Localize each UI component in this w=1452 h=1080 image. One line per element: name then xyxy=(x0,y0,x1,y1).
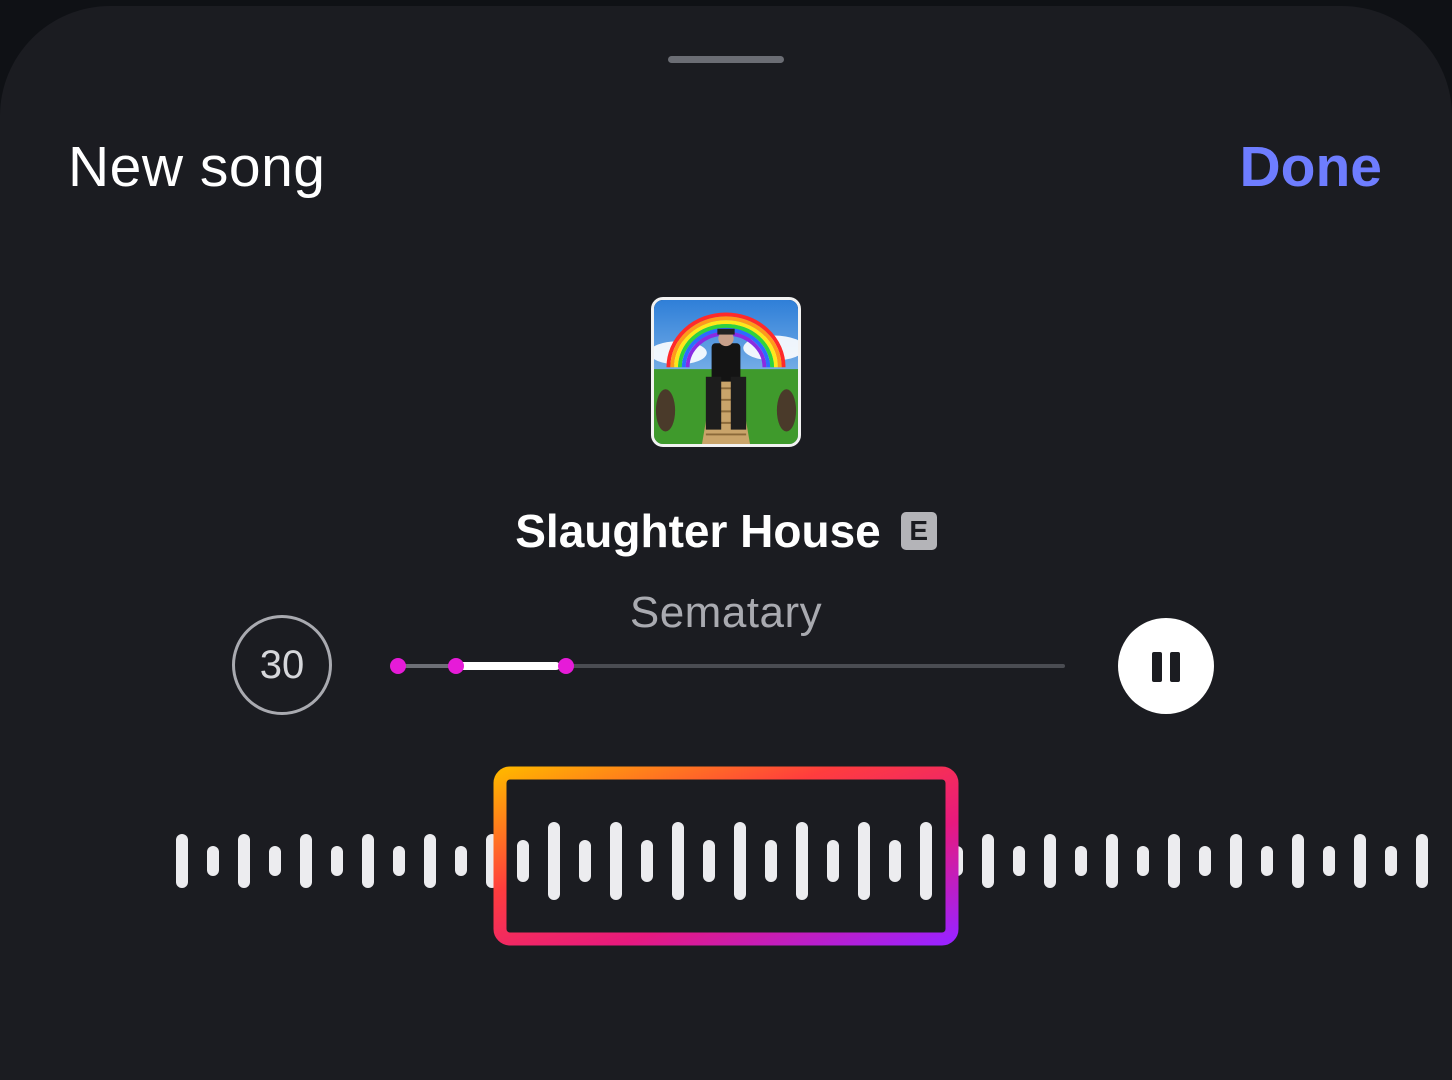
waveform-bar xyxy=(1168,834,1180,888)
waveform-bar xyxy=(1261,846,1273,876)
waveform-bar xyxy=(1044,834,1056,888)
waveform-bar xyxy=(641,840,653,882)
waveform-bar xyxy=(1199,846,1211,876)
album-artwork-image xyxy=(654,300,798,444)
scrubber-start-marker xyxy=(390,658,406,674)
done-button[interactable]: Done xyxy=(1240,134,1383,200)
waveform-bar xyxy=(300,834,312,888)
waveform-bar xyxy=(920,822,932,900)
waveform-bar xyxy=(1137,846,1149,876)
song-title-row: Slaughter House E xyxy=(0,504,1452,558)
waveform-bar xyxy=(703,840,715,882)
waveform-bar xyxy=(362,834,374,888)
waveform-bar xyxy=(1385,846,1397,876)
selection-start-handle[interactable] xyxy=(448,658,464,674)
waveform-bar xyxy=(393,846,405,876)
waveform-bar xyxy=(827,840,839,882)
waveform-bar xyxy=(1292,834,1304,888)
pause-icon xyxy=(1152,652,1180,682)
waveform-bar xyxy=(889,840,901,882)
waveform-bar xyxy=(579,840,591,882)
waveform-bar xyxy=(176,834,188,888)
waveform-bar xyxy=(424,834,436,888)
waveform-bar xyxy=(1323,846,1335,876)
waveform-selector[interactable] xyxy=(0,761,1452,961)
waveform-bar xyxy=(238,834,250,888)
explicit-badge: E xyxy=(900,512,937,550)
waveform-bar xyxy=(269,846,281,876)
waveform-bar xyxy=(610,822,622,900)
waveform-bar xyxy=(517,840,529,882)
waveform-bar xyxy=(207,846,219,876)
pause-button[interactable] xyxy=(1118,618,1214,714)
waveform-bar xyxy=(1075,846,1087,876)
clip-duration-button[interactable]: 30 xyxy=(232,615,332,715)
album-artwork xyxy=(651,297,801,447)
waveform-bar xyxy=(1013,846,1025,876)
artist-name: Sematary xyxy=(629,588,823,637)
waveform-bar xyxy=(796,822,808,900)
song-picker-sheet: New song Done Slaughter House E Sematary… xyxy=(0,6,1452,1080)
waveform-bar xyxy=(858,822,870,900)
sheet-grabber[interactable] xyxy=(668,56,784,63)
page-title: New song xyxy=(68,135,326,199)
selection-frame[interactable] xyxy=(493,766,959,946)
song-title: Slaughter House xyxy=(515,505,881,557)
waveform-bar xyxy=(1230,834,1242,888)
waveform-bar xyxy=(331,846,343,876)
waveform-bar xyxy=(672,822,684,900)
waveform-bar xyxy=(1354,834,1366,888)
waveform xyxy=(176,766,1428,946)
scrubber-track xyxy=(390,658,1065,674)
waveform-bar xyxy=(1106,834,1118,888)
waveform-bar xyxy=(982,834,994,888)
waveform-bar xyxy=(548,822,560,900)
selection-end-handle[interactable] xyxy=(558,658,574,674)
song-scrubber[interactable] xyxy=(388,646,1068,686)
waveform-bar xyxy=(455,846,467,876)
waveform-bar xyxy=(1416,834,1428,888)
waveform-bar xyxy=(734,822,746,900)
waveform-bar xyxy=(765,840,777,882)
